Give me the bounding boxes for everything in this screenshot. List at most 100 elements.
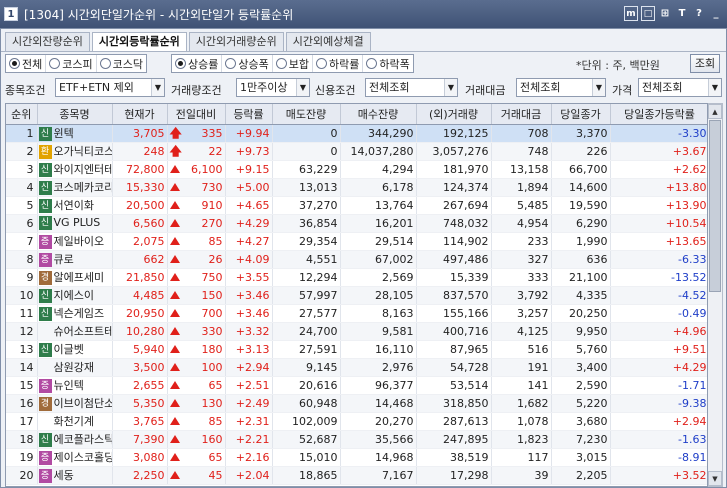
stock-name-cell[interactable]: 환 오가닉티코스	[37, 142, 113, 161]
table-row[interactable]: 20 증 세동 2,250 45 +2.04 18,865 7,167 17,298 39 2,20…	[6, 466, 707, 485]
table-row[interactable]: 9 경 알에프세미 21,850 750 +3.55 12,294 2,569 15,339 33…	[6, 268, 707, 287]
table-row[interactable]: 13 신 이글벳 5,940 180 +3.13 27,591 16,110 87,965 516…	[6, 340, 707, 359]
market-radio-kospi[interactable]: 코스피	[46, 55, 97, 72]
table-row[interactable]: 14 삼원강재 3,500 100 +2.94 9,145 2,976 54,728 191 3,…	[6, 358, 707, 377]
stock-name-cell[interactable]: 증 큐로	[37, 250, 113, 269]
table-row[interactable]: 8 증 큐로 662 26 +4.09 4,551 67,002 497,486 327 636 -6…	[6, 250, 707, 269]
column-header[interactable]: 매수잔량	[340, 104, 417, 125]
amount-select[interactable]: 전체조회 ▼	[516, 78, 606, 97]
scroll-down-icon[interactable]: ▼	[708, 471, 722, 486]
column-header[interactable]: 매도잔량	[272, 104, 341, 125]
direction-radio-rise-rate[interactable]: 상승률	[172, 55, 223, 72]
close-rate-cell: +13.65	[610, 232, 707, 251]
table-row[interactable]: 3 신 와이지엔터테 72,800 6,100 +9.15 63,229 4,294 181,9…	[6, 160, 707, 179]
stock-name-cell[interactable]: 신 지에스이	[37, 286, 113, 305]
direction-radio-flat[interactable]: 보합	[273, 55, 313, 72]
scroll-up-icon[interactable]: ▲	[708, 104, 722, 119]
table-row[interactable]: 7 증 제일바이오 2,075 85 +4.27 29,354 29,514 114,902 23…	[6, 232, 707, 251]
change-cell: 160	[167, 430, 226, 449]
column-header[interactable]: (외)거래량	[416, 104, 492, 125]
tab-afterhours-rate[interactable]: 시간외등락률순위	[91, 32, 187, 51]
direction-radio-rise-amount[interactable]: 상승폭	[222, 55, 273, 72]
close-rate-cell: +2.94	[610, 412, 707, 431]
stock-name-cell[interactable]: 신 코스메카코리	[37, 178, 113, 197]
minimize-icon[interactable]: _	[709, 6, 723, 21]
table-row[interactable]: 18 신 에코플라스틱 7,390 160 +2.21 52,687 35,566 247,89…	[6, 430, 707, 449]
stock-name: 큐로	[53, 253, 74, 266]
stock-name-cell[interactable]: 슈어소프트테	[37, 322, 113, 341]
direction-radio-fall-amount[interactable]: 하락폭	[363, 55, 412, 72]
table-row[interactable]: 10 신 지에스이 4,485 150 +3.46 57,997 28,105 837,570 3…	[6, 286, 707, 305]
table-row[interactable]: 16 경 이브이첨단소 5,350 130 +2.49 60,948 14,468 318,85…	[6, 394, 707, 413]
window-layout-icon[interactable]: □	[641, 6, 655, 21]
table-row[interactable]: 17 화천기계 3,765 85 +2.31 102,009 20,270 287,613 1,…	[6, 412, 707, 431]
close-rate-cell: +10.54	[610, 214, 707, 233]
scroll-thumb[interactable]	[709, 120, 721, 292]
grid-icon[interactable]: ⊞	[658, 6, 672, 21]
stock-name-cell[interactable]: 신 이글벳	[37, 340, 113, 359]
table-row[interactable]: 12 슈어소프트테 10,280 330 +3.32 24,700 9,581 400,716…	[6, 322, 707, 341]
column-header[interactable]: 전일대비	[167, 104, 226, 125]
stock-name-cell[interactable]: 경 알에프세미	[37, 268, 113, 287]
table-row[interactable]: 5 신 서연이화 20,500 910 +4.65 37,270 13,764 267,694 5…	[6, 196, 707, 215]
table-row[interactable]: 4 신 코스메카코리 15,330 730 +5.00 13,013 6,178 124,374…	[6, 178, 707, 197]
stock-name-cell[interactable]: 증 뉴인텍	[37, 376, 113, 395]
stock-name-cell[interactable]: 경 이브이첨단소	[37, 394, 113, 413]
stock-name-cell[interactable]: 증 제일바이오	[37, 232, 113, 251]
market-radio-all[interactable]: 전체	[6, 55, 47, 72]
market-radio-kosdaq[interactable]: 코스닥	[97, 55, 146, 72]
credit-cond-select[interactable]: 전체조회 ▼	[365, 78, 458, 97]
credit-cond-label: 신용조건	[315, 84, 356, 97]
stock-name-cell[interactable]: 증 세동	[37, 466, 113, 485]
rate-cell: +4.09	[225, 250, 273, 269]
stock-name-cell[interactable]: 신 서연이화	[37, 196, 113, 215]
change-value: 270	[201, 216, 223, 230]
bid-cell: 14,968	[340, 448, 417, 467]
column-header[interactable]: 현재가	[112, 104, 168, 125]
table-row[interactable]: 1 신 윈텍 3,705 🡅 335 +9.94 0 344,290 192,125 708 3,37…	[6, 124, 707, 143]
tab-afterhours-volume[interactable]: 시간외거래량순위	[188, 32, 284, 51]
direction-radio-fall-rate[interactable]: 하락률	[313, 55, 364, 72]
stock-name-cell[interactable]: 신 에코플라스틱	[37, 430, 113, 449]
chevron-down-icon: ▼	[592, 79, 605, 96]
column-header[interactable]: 당일종가등락률	[610, 104, 707, 125]
tab-afterhours-expected[interactable]: 시간외예상체결	[285, 32, 371, 51]
change-cell: 100	[167, 358, 226, 377]
vertical-scrollbar[interactable]: ▲ ▼	[708, 103, 723, 487]
rank-cell: 13	[6, 340, 38, 359]
table-row[interactable]: 6 신 VG PLUS 6,560 270 +4.29 36,854 16,201 748,03…	[6, 214, 707, 233]
price-select[interactable]: 전체조회 ▼	[638, 78, 722, 97]
market-radio-group: 전체 코스피 코스닥	[5, 54, 147, 73]
table-row[interactable]: 15 증 뉴인텍 2,655 65 +2.51 20,616 96,377 53,514 141 2…	[6, 376, 707, 395]
stock-name-cell[interactable]: 삼원강재	[37, 358, 113, 377]
change-cell: 330	[167, 322, 226, 341]
tab-divider	[1, 51, 726, 52]
stock-name-cell[interactable]: 증 제이스코홀딩	[37, 448, 113, 467]
column-header[interactable]: 당일종가	[551, 104, 611, 125]
column-header[interactable]: 등락률	[225, 104, 273, 125]
stock-badge: 신	[38, 216, 52, 230]
stock-name-cell[interactable]: 신 윈텍	[37, 124, 113, 143]
column-header[interactable]: 종목명	[37, 104, 113, 125]
stock-cond-select[interactable]: ETF+ETN 제외 ▼	[55, 78, 165, 97]
help-icon[interactable]: ?	[692, 6, 706, 21]
stock-name-cell[interactable]: 신 넥슨게임즈	[37, 304, 113, 323]
price-cell: 10,280	[112, 322, 168, 341]
table-row[interactable]: 19 증 제이스코홀딩 3,080 65 +2.16 15,010 14,968 38,519 1…	[6, 448, 707, 467]
stock-name-cell[interactable]: 신 VG PLUS	[37, 214, 113, 233]
window-number[interactable]: 1	[4, 7, 18, 21]
close-cell: 20,250	[551, 304, 611, 323]
stock-name-cell[interactable]: 화천기계	[37, 412, 113, 431]
tab-afterhours-balance[interactable]: 시간외잔량순위	[5, 32, 90, 51]
search-button[interactable]: 조회	[690, 54, 720, 73]
volume-cond-select[interactable]: 1만주이상 ▼	[236, 78, 310, 97]
table-row[interactable]: 2 환 오가닉티코스 248 🡅 22 +9.73 0 14,037,280 3,057,276 7…	[6, 142, 707, 161]
pin-icon[interactable]: T	[675, 6, 689, 21]
column-header[interactable]: 거래대금	[491, 104, 552, 125]
stock-name-cell[interactable]: 신 와이지엔터테	[37, 160, 113, 179]
table-row[interactable]: 11 신 넥슨게임즈 20,950 700 +3.46 27,577 8,163 155,166…	[6, 304, 707, 323]
column-header[interactable]: 순위	[6, 104, 38, 125]
stock-badge: 환	[38, 145, 52, 159]
menu-m-icon[interactable]: m	[624, 6, 638, 21]
price-cell: 3,080	[112, 448, 168, 467]
